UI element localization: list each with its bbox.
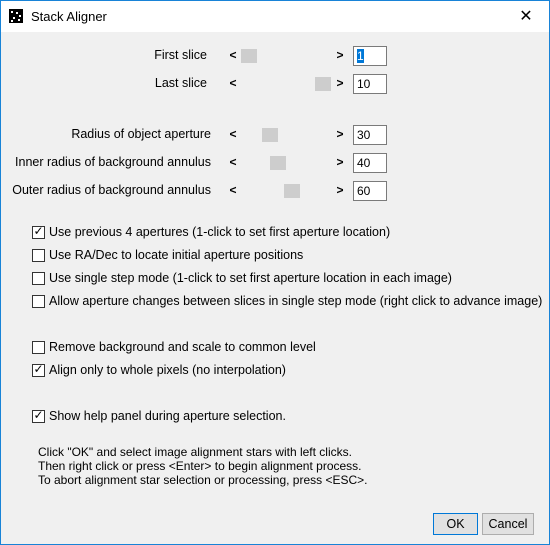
- stack-aligner-dialog: Stack Aligner ✕ First slice < > 1 Last s…: [0, 0, 550, 545]
- slider-left-arrow-icon[interactable]: <: [227, 48, 239, 62]
- help-line: To abort alignment star selection or pro…: [38, 473, 368, 487]
- check-icon: ✓: [33, 408, 44, 422]
- checkbox-label: Use RA/Dec to locate initial aperture po…: [49, 248, 304, 262]
- slider-right-arrow-icon[interactable]: >: [334, 76, 346, 90]
- inner-radius-field[interactable]: 40: [353, 153, 387, 173]
- checkbox-box[interactable]: [32, 249, 45, 262]
- slider-thumb[interactable]: [315, 77, 331, 91]
- ok-button[interactable]: OK: [433, 513, 478, 535]
- slider-right-arrow-icon[interactable]: >: [334, 127, 346, 141]
- checkbox-box[interactable]: [32, 295, 45, 308]
- cancel-button[interactable]: Cancel: [482, 513, 534, 535]
- check-icon: ✓: [33, 224, 44, 238]
- inner-radius-slider[interactable]: < >: [227, 153, 347, 173]
- slider-thumb[interactable]: [241, 49, 257, 63]
- slider-left-arrow-icon[interactable]: <: [227, 127, 239, 141]
- slider-thumb[interactable]: [262, 128, 278, 142]
- last-slice-slider[interactable]: < >: [227, 74, 347, 94]
- slider-left-arrow-icon[interactable]: <: [227, 155, 239, 169]
- slider-right-arrow-icon[interactable]: >: [334, 48, 346, 62]
- help-line: Click "OK" and select image alignment st…: [38, 445, 352, 459]
- slider-right-arrow-icon[interactable]: >: [334, 155, 346, 169]
- slider-right-arrow-icon[interactable]: >: [334, 183, 346, 197]
- first-slice-value: 1: [357, 49, 364, 63]
- first-slice-slider[interactable]: < >: [227, 46, 347, 66]
- checkbox-label: Allow aperture changes between slices in…: [49, 294, 543, 308]
- check-icon: ✓: [33, 362, 44, 376]
- slider-left-arrow-icon[interactable]: <: [227, 76, 239, 90]
- window-title: Stack Aligner: [31, 9, 107, 24]
- title-bar: Stack Aligner ✕: [1, 1, 549, 32]
- first-slice-label: First slice: [154, 48, 207, 62]
- outer-radius-slider[interactable]: < >: [227, 181, 347, 201]
- close-icon[interactable]: ✕: [503, 1, 549, 32]
- object-radius-slider[interactable]: < >: [227, 125, 347, 145]
- slider-thumb[interactable]: [270, 156, 286, 170]
- object-radius-field[interactable]: 30: [353, 125, 387, 145]
- inner-radius-label: Inner radius of background annulus: [15, 155, 211, 169]
- outer-radius-label: Outer radius of background annulus: [12, 183, 211, 197]
- checkbox-box[interactable]: ✓: [32, 224, 45, 239]
- checkbox-label: Remove background and scale to common le…: [49, 340, 316, 354]
- checkbox-box[interactable]: ✓: [32, 408, 45, 423]
- help-text: Click "OK" and select image alignment st…: [38, 445, 368, 487]
- slider-left-arrow-icon[interactable]: <: [227, 183, 239, 197]
- checkbox-box[interactable]: [32, 272, 45, 285]
- checkbox-label: Use previous 4 apertures (1-click to set…: [49, 225, 391, 239]
- last-slice-field[interactable]: 10: [353, 74, 387, 94]
- checkbox-box[interactable]: [32, 341, 45, 354]
- last-slice-label: Last slice: [154, 76, 207, 90]
- checkbox-label: Show help panel during aperture selectio…: [49, 409, 286, 423]
- checkbox-box[interactable]: ✓: [32, 362, 45, 377]
- outer-radius-field[interactable]: 60: [353, 181, 387, 201]
- slider-thumb[interactable]: [284, 184, 300, 198]
- checkbox-label: Use single step mode (1-click to set fir…: [49, 271, 452, 285]
- app-icon: [9, 9, 23, 23]
- checkbox-label: Align only to whole pixels (no interpola…: [49, 363, 286, 377]
- object-radius-label: Radius of object aperture: [71, 127, 211, 141]
- help-line: Then right click or press <Enter> to beg…: [38, 459, 362, 473]
- first-slice-field[interactable]: 1: [353, 46, 387, 66]
